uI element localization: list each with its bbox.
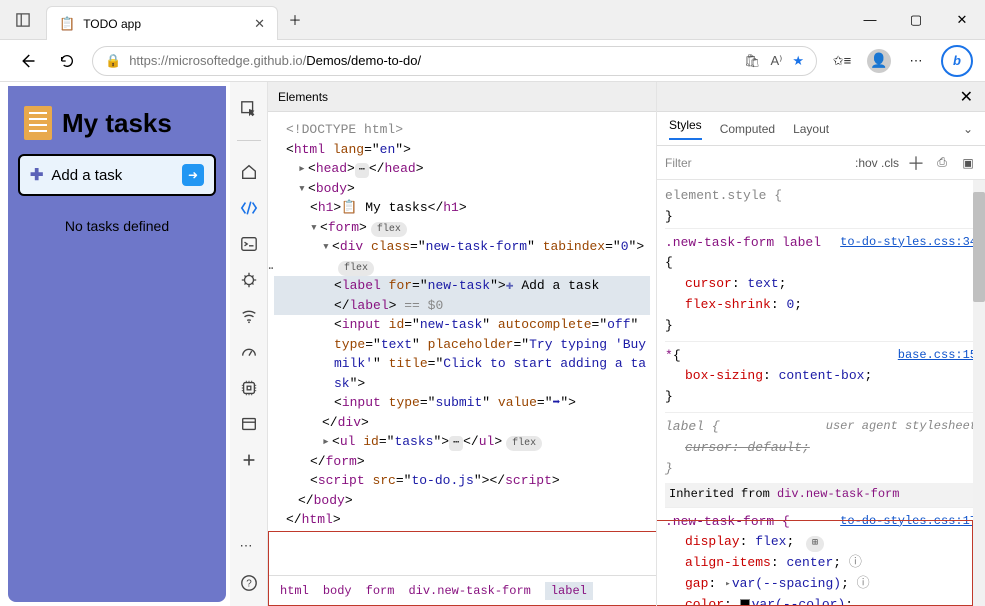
window-controls: ― ▢ ✕ [847,0,985,39]
new-tab-button[interactable]: ＋ [278,0,312,39]
add-task-form[interactable]: ✚ Add a task ➜ [18,154,216,196]
crumb[interactable]: body [323,584,352,598]
minimize-button[interactable]: ― [847,0,893,39]
bing-sidebar-button[interactable]: b [941,45,973,77]
read-aloud-icon[interactable]: A⁾ [770,53,782,69]
chevron-down-icon[interactable]: ⌄ [963,122,973,136]
source-link[interactable]: base.css:15 [898,346,977,367]
css-rule: .new-task-form labelto-do-styles.css:34 … [665,228,977,341]
app-heading: My tasks [18,96,216,154]
favorites-button[interactable]: ✩≡ [827,46,857,76]
memory-icon[interactable] [240,379,258,397]
window-titlebar: 📋 TODO app ✕ ＋ ― ▢ ✕ [0,0,985,40]
tab-title: TODO app [83,17,246,31]
tab-computed[interactable]: Computed [720,122,775,136]
inherited-from: Inherited from div.new-task-form [665,483,977,506]
sources-icon[interactable] [240,271,258,289]
styles-tabs: Styles Computed Layout ⌄ [657,112,985,146]
elements-icon[interactable] [240,199,258,217]
source-link[interactable]: to-do-styles.css:34 [840,233,977,254]
cls-toggle[interactable]: .cls [881,156,899,170]
crumb[interactable]: div.new-task-form [408,584,530,598]
back-button[interactable] [12,46,42,76]
app-heading-text: My tasks [62,108,172,139]
network-icon[interactable] [240,307,258,325]
tab-layout[interactable]: Layout [793,122,829,136]
plus-icon: ✚ [30,165,43,185]
add-task-label: Add a task [51,167,122,184]
computed-sidebar-icon[interactable]: ⎙ [933,155,951,170]
elements-panel: Elements ⋯ <!DOCTYPE html> <html lang="e… [268,82,657,606]
dom-breadcrumb[interactable]: html body form div.new-task-form label [268,575,656,606]
scrollbar-thumb[interactable] [973,192,985,302]
favorite-icon[interactable]: ★ [792,53,804,69]
scrollbar[interactable] [973,180,985,606]
styles-panel: ✕ Styles Computed Layout ⌄ Filter :hov .… [657,82,985,606]
browser-toolbar: 🔒 https://microsoftedge.github.io/Demos/… [0,40,985,82]
console-icon[interactable] [240,235,258,253]
todo-app: My tasks ✚ Add a task ➜ No tasks defined [8,86,226,602]
browser-tab[interactable]: 📋 TODO app ✕ [46,6,278,40]
refresh-button[interactable] [52,46,82,76]
elements-header: Elements [268,82,656,112]
styles-list[interactable]: element.style { } .new-task-form labelto… [657,180,985,606]
more-button[interactable]: ⋯ [901,46,931,76]
address-bar[interactable]: 🔒 https://microsoftedge.github.io/Demos/… [92,46,817,76]
tab-styles[interactable]: Styles [669,118,702,140]
performance-icon[interactable] [240,343,258,361]
crumb[interactable]: html [280,584,309,598]
hov-toggle[interactable]: :hov [855,156,873,170]
crumb-selected[interactable]: label [545,582,593,600]
styles-header: ✕ [657,82,985,112]
application-icon[interactable] [240,415,258,433]
lock-icon: 🔒 [105,53,121,69]
submit-task-button[interactable]: ➜ [182,164,204,186]
filter-input[interactable]: Filter [665,156,847,170]
rendering-icon[interactable]: ▣ [959,156,977,170]
shopping-icon[interactable]: 🛍 [744,53,761,69]
close-devtools-button[interactable]: ✕ [948,87,985,107]
main-area: My tasks ✚ Add a task ➜ No tasks defined… [0,82,985,606]
inspect-icon[interactable] [240,100,258,118]
element-style-rule: element.style { } [665,186,977,228]
elements-title: Elements [278,90,328,104]
tab-actions-button[interactable] [0,0,46,39]
addressbar-actions: 🛍 A⁾ ★ [744,53,804,69]
source-link[interactable]: to-do-styles.css:17 [840,512,977,533]
dom-tree[interactable]: ⋯ <!DOCTYPE html> <html lang="en"> ▸<hea… [268,112,656,575]
no-tasks-message: No tasks defined [18,218,216,234]
css-rule: .new-task-form {to-do-styles.css:17 disp… [665,507,977,606]
add-tool-icon[interactable] [240,451,258,469]
crumb[interactable]: form [366,584,395,598]
css-rule: * {base.css:15 box-sizing: content-box; … [665,341,977,412]
close-tab-icon[interactable]: ✕ [254,16,265,32]
clipboard-icon [24,106,52,140]
welcome-icon[interactable] [240,163,258,181]
new-style-rule-icon[interactable]: ＋ [907,150,925,176]
help-icon[interactable]: ? [240,574,258,592]
selected-marker: ⋯ [268,260,274,278]
tab-actions-icon [16,13,30,27]
refresh-icon [59,53,75,69]
styles-filter-bar: Filter :hov .cls ＋ ⎙ ▣ [657,146,985,180]
close-window-button[interactable]: ✕ [939,0,985,39]
css-rule-ua: label {user agent stylesheet cursor: def… [665,412,977,483]
url-text: https://microsoftedge.github.io/Demos/de… [129,53,421,68]
devtools-activity-bar: ⋯ ? [230,82,268,606]
profile-button[interactable]: 👤 [867,49,891,73]
arrow-left-icon [18,52,36,70]
page-icon: 📋 [59,16,75,32]
more-tools-icon[interactable]: ⋯ [240,538,258,556]
maximize-button[interactable]: ▢ [893,0,939,39]
svg-text:?: ? [246,579,252,590]
